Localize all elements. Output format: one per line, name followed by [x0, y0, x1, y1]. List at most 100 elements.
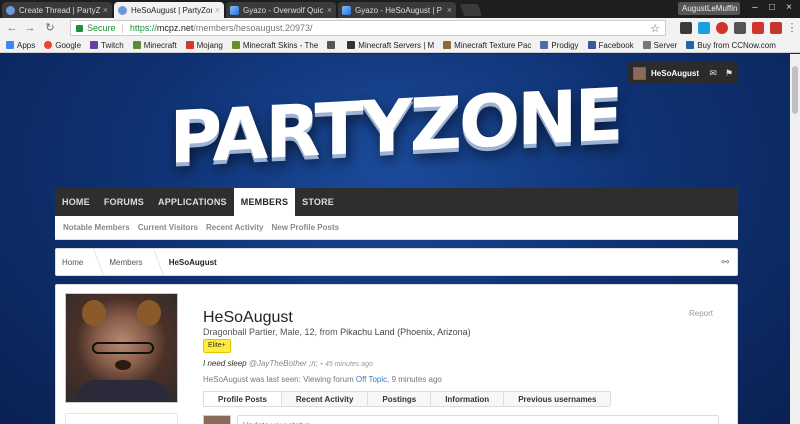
subnav-recent-activity[interactable]: Recent Activity	[206, 223, 264, 232]
breadcrumb-current[interactable]: HeSoAugust	[167, 258, 227, 267]
minimize-icon[interactable]: –	[748, 2, 762, 14]
ccnow-icon	[686, 41, 695, 49]
globe-icon	[6, 5, 15, 15]
last-seen: HeSoAugust was last seen: Viewing forum …	[203, 375, 442, 384]
browser-tab[interactable]: Gyazo - Overwolf Quick ×	[226, 2, 336, 18]
mojang-icon	[185, 41, 194, 49]
secure-label: Secure	[87, 23, 116, 33]
tab-title: Gyazo - Overwolf Quick	[243, 5, 324, 15]
bookmark-label: Server	[653, 40, 678, 50]
page-viewport: HeSoAugust ✉ ⚑ PARTYZONE HOME FORUMS APP…	[0, 54, 790, 424]
menu-icon[interactable]: ⋮	[786, 22, 798, 34]
bookmark-label: Buy from CCNow.com	[697, 40, 776, 50]
browser-toolbar: ← → ↻ Secure | https://mcpz.net/members/…	[0, 18, 800, 38]
main-nav: HOME FORUMS APPLICATIONS MEMBERS STORE	[55, 188, 738, 216]
bookmark-prodigy[interactable]: Prodigy	[540, 41, 579, 50]
nav-store[interactable]: STORE	[295, 188, 341, 216]
texture-pack-icon	[443, 41, 452, 49]
sitemap-icon[interactable]: ⚯	[721, 257, 729, 268]
bookmark-mojang[interactable]: Mojang	[185, 41, 223, 50]
gyazo-icon	[342, 5, 351, 15]
bookmark-label: Minecraft Skins - The	[242, 40, 319, 50]
bookmark-google[interactable]: Google	[44, 41, 81, 50]
profile-tabs: Profile Posts Recent Activity Postings I…	[203, 391, 612, 407]
tab-postings[interactable]: Postings	[367, 391, 432, 406]
browser-tabstrip: Create Thread | PartyZone × HeSoAugust |…	[0, 0, 800, 18]
status-update-row	[203, 413, 719, 424]
close-icon[interactable]: ×	[215, 5, 220, 15]
forward-icon[interactable]: →	[24, 22, 36, 34]
scrollbar-thumb[interactable]	[792, 66, 798, 114]
new-tab-button[interactable]	[459, 4, 483, 16]
pinterest-icon[interactable]	[716, 22, 728, 34]
extension-icon[interactable]	[734, 22, 746, 34]
nav-home[interactable]: HOME	[55, 188, 97, 216]
bookmark-server[interactable]: Server	[642, 40, 678, 50]
bookmark-star-icon[interactable]: ☆	[650, 22, 660, 35]
nav-forums[interactable]: FORUMS	[97, 188, 151, 216]
browser-tab[interactable]: Gyazo - HeSoAugust | P ×	[338, 2, 456, 18]
page-scrollbar[interactable]	[790, 54, 800, 424]
usergroup-badge: Elite+	[203, 339, 231, 353]
nav-applications[interactable]: APPLICATIONS	[151, 188, 234, 216]
dog-ear-left	[82, 300, 106, 326]
subnav-notable-members[interactable]: Notable Members	[63, 223, 130, 232]
bookmark-twitch[interactable]: Twitch	[90, 41, 124, 50]
browser-tab-active[interactable]: HeSoAugust | PartyZone ×	[114, 2, 224, 18]
address-separator: |	[121, 23, 124, 33]
bookmark-icon	[327, 41, 336, 49]
browser-tab[interactable]: Create Thread | PartyZone ×	[2, 2, 112, 18]
extension-icon[interactable]	[698, 22, 710, 34]
maximize-icon[interactable]: □	[765, 2, 779, 14]
back-icon[interactable]: ←	[6, 22, 18, 34]
bookmark-unlabeled[interactable]	[327, 41, 338, 49]
last-seen-action: Viewing forum	[303, 375, 354, 384]
tab-profile-posts[interactable]: Profile Posts	[203, 391, 282, 406]
bookmark-ccnow[interactable]: Buy from CCNow.com	[686, 41, 776, 50]
tab-previous-usernames[interactable]: Previous usernames	[503, 391, 612, 406]
last-seen-forum-link[interactable]: Off Topic	[356, 375, 387, 384]
bookmark-minecraft-servers[interactable]: Minecraft Servers | M	[347, 41, 434, 50]
close-icon[interactable]: ×	[103, 5, 108, 15]
last-seen-prefix: HeSoAugust was last seen:	[203, 375, 301, 384]
report-link[interactable]: Report	[689, 309, 713, 318]
site-logo[interactable]: PARTYZONE	[0, 63, 790, 188]
dog-ear-right	[137, 300, 161, 326]
close-icon[interactable]: ×	[327, 5, 332, 15]
bookmark-apps[interactable]: Apps	[6, 41, 35, 50]
bookmark-label: Minecraft	[143, 40, 177, 50]
avatar[interactable]	[203, 415, 231, 424]
close-window-icon[interactable]: ×	[782, 2, 796, 14]
extension-icon[interactable]	[680, 22, 692, 34]
glasses	[92, 342, 154, 354]
status-input[interactable]	[237, 415, 719, 424]
close-icon[interactable]: ×	[447, 5, 452, 15]
last-seen-time: , 9 minutes ago	[387, 375, 442, 384]
google-icon	[44, 41, 53, 49]
bookmark-minecraft-texture[interactable]: Minecraft Texture Pac	[443, 41, 531, 50]
status-separator: -	[317, 359, 325, 368]
bookmark-facebook[interactable]: Facebook	[587, 41, 634, 50]
sub-nav: Notable Members Current Visitors Recent …	[55, 216, 738, 240]
user-location[interactable]: Pikachu Land (Phoenix, Arizona)	[340, 327, 471, 337]
bookmark-minecraft-skins[interactable]: Minecraft Skins - The	[231, 40, 319, 50]
reload-icon[interactable]: ↻	[44, 22, 56, 34]
bookmark-minecraft[interactable]: Minecraft	[132, 40, 177, 50]
subnav-new-profile-posts[interactable]: New Profile Posts	[272, 223, 340, 232]
extension-icon[interactable]	[770, 22, 782, 34]
nav-members[interactable]: MEMBERS	[233, 188, 296, 216]
breadcrumb-home[interactable]: Home	[60, 258, 93, 267]
breadcrumb-members[interactable]: Members	[107, 258, 152, 267]
lock-icon	[76, 24, 83, 32]
profile-avatar[interactable]	[65, 293, 178, 403]
blurb-from: from	[319, 327, 338, 337]
folder-icon	[642, 41, 651, 49]
extension-icon[interactable]	[752, 22, 764, 34]
browser-profile-chip[interactable]: AugustLeMuffin	[678, 2, 740, 15]
tab-information[interactable]: Information	[430, 391, 505, 406]
profile-sidebar-card	[65, 413, 178, 424]
status-mention[interactable]: @JayTheBother ;n;	[249, 359, 318, 368]
tab-recent-activity[interactable]: Recent Activity	[280, 391, 369, 406]
address-bar[interactable]: Secure | https://mcpz.net/members/hesoau…	[70, 20, 666, 36]
subnav-current-visitors[interactable]: Current Visitors	[138, 223, 198, 232]
